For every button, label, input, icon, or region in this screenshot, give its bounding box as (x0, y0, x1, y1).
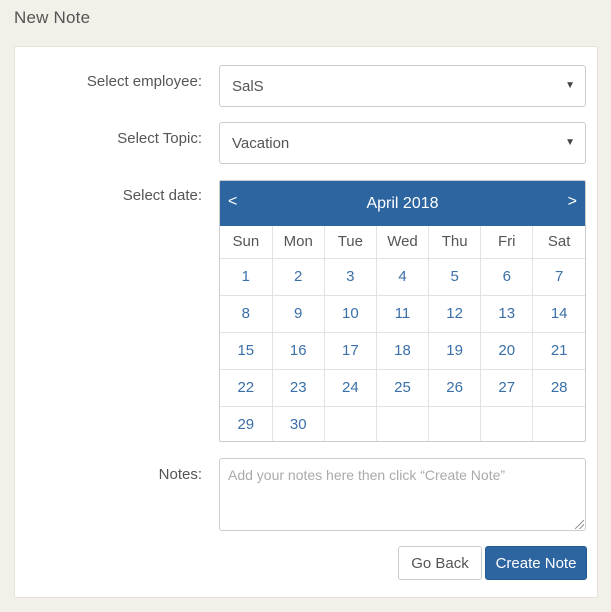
topic-select-value: Vacation (232, 134, 290, 152)
calendar-header: < April 2018 > (220, 181, 585, 226)
weekday-row: Sun Mon Tue Wed Thu Fri Sat (220, 226, 585, 259)
calendar-day-empty (324, 406, 377, 441)
page-title: New Note (14, 8, 91, 27)
go-back-button[interactable]: Go Back (398, 546, 482, 580)
date-picker: < April 2018 > Sun Mon Tue Wed Thu Fri S… (219, 180, 586, 442)
calendar-week: 22 23 24 25 26 27 28 (220, 369, 585, 407)
calendar-day[interactable]: 7 (532, 258, 585, 296)
calendar-day[interactable]: 2 (272, 258, 325, 296)
resize-handle-icon[interactable] (575, 520, 584, 529)
calendar-day-empty (480, 406, 534, 441)
calendar-day[interactable]: 21 (532, 332, 585, 370)
calendar-day[interactable]: 22 (220, 369, 273, 407)
calendar-day[interactable]: 4 (376, 258, 430, 296)
employee-label: Select employee: (86, 73, 202, 90)
weekday-header: Sat (532, 226, 585, 259)
chevron-left-icon[interactable]: < (228, 193, 237, 211)
weekday-header: Mon (272, 226, 325, 259)
calendar-day[interactable]: 19 (428, 332, 482, 370)
calendar-day[interactable]: 27 (480, 369, 534, 407)
notes-textarea[interactable] (219, 458, 586, 531)
calendar-week: 1 2 3 4 5 6 7 (220, 258, 585, 296)
caret-down-icon: ▼ (565, 137, 575, 148)
calendar-week: 15 16 17 18 19 20 21 (220, 332, 585, 370)
date-label: Select date: (122, 187, 202, 204)
weekday-header: Tue (324, 226, 377, 259)
calendar-day[interactable]: 23 (272, 369, 325, 407)
calendar-day-empty (428, 406, 482, 441)
calendar-day[interactable]: 30 (272, 406, 325, 441)
topic-select[interactable]: Vacation ▼ (219, 122, 586, 164)
weekday-header: Sun (220, 226, 273, 259)
weekday-header: Wed (376, 226, 430, 259)
calendar-day[interactable]: 12 (428, 295, 482, 333)
calendar-day[interactable]: 10 (324, 295, 377, 333)
weekday-header: Thu (428, 226, 482, 259)
new-note-card: Select employee: SalS ▼ Select Topic: Va… (14, 46, 598, 598)
calendar-grid: Sun Mon Tue Wed Thu Fri Sat 1 2 3 4 5 6 (220, 226, 585, 441)
calendar-day[interactable]: 16 (272, 332, 325, 370)
calendar-day[interactable]: 6 (480, 258, 534, 296)
calendar-day[interactable]: 26 (428, 369, 482, 407)
caret-down-icon: ▼ (565, 80, 575, 91)
calendar-day[interactable]: 15 (220, 332, 273, 370)
calendar-day[interactable]: 14 (532, 295, 585, 333)
calendar-day[interactable]: 28 (532, 369, 585, 407)
calendar-day[interactable]: 9 (272, 295, 325, 333)
calendar-day[interactable]: 3 (324, 258, 377, 296)
calendar-day-empty (376, 406, 430, 441)
calendar-day[interactable]: 13 (480, 295, 534, 333)
calendar-day-empty (533, 406, 585, 441)
employee-select[interactable]: SalS ▼ (219, 65, 586, 107)
calendar-day[interactable]: 18 (376, 332, 430, 370)
calendar-day[interactable]: 29 (220, 406, 273, 441)
calendar-day[interactable]: 25 (376, 369, 430, 407)
chevron-right-icon[interactable]: > (568, 193, 577, 211)
calendar-month-label: April 2018 (366, 194, 439, 212)
calendar-day[interactable]: 8 (220, 295, 273, 333)
calendar-week: 29 30 (220, 406, 585, 441)
notes-label: Notes: (158, 466, 202, 483)
calendar-day[interactable]: 11 (376, 295, 430, 333)
calendar-day[interactable]: 5 (428, 258, 482, 296)
employee-select-value: SalS (232, 77, 264, 95)
weekday-header: Fri (480, 226, 534, 259)
calendar-day[interactable]: 1 (220, 258, 273, 296)
calendar-day[interactable]: 17 (324, 332, 377, 370)
calendar-week: 8 9 10 11 12 13 14 (220, 295, 585, 333)
calendar-day[interactable]: 20 (480, 332, 534, 370)
topic-label: Select Topic: (117, 130, 202, 147)
calendar-day[interactable]: 24 (324, 369, 377, 407)
create-note-button[interactable]: Create Note (485, 546, 587, 580)
